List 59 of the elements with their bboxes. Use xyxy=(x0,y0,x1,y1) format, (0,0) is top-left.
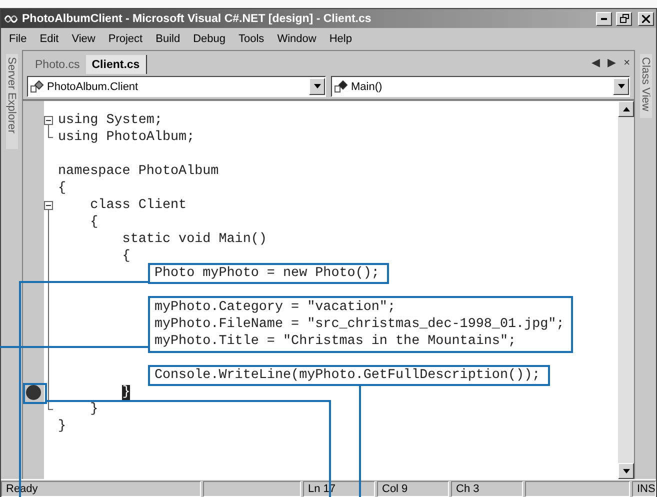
outline-end-icon xyxy=(48,401,53,410)
menu-item[interactable]: Debug xyxy=(187,33,232,45)
dropdown[interactable]: PhotoAlbum.Client xyxy=(27,76,326,97)
code-line: class Client xyxy=(90,198,187,213)
breakpoint-icon[interactable] xyxy=(26,385,41,400)
status-panel: Col 9 xyxy=(377,481,449,497)
code-line: { xyxy=(90,215,98,230)
caret-icon xyxy=(622,468,630,474)
caret-icon xyxy=(618,84,624,89)
code-line: } xyxy=(58,419,66,434)
file-tab[interactable]: Photo.cs xyxy=(29,55,86,74)
restore-button[interactable] xyxy=(616,12,632,26)
code-line: using PhotoAlbum; xyxy=(58,130,195,145)
menu-item[interactable]: Help xyxy=(323,33,359,45)
window-title: PhotoAlbumClient - Microsoft Visual C#.NET [design] - Client.cs xyxy=(22,12,372,24)
method-icon xyxy=(334,80,348,94)
code-line: using System; xyxy=(58,113,162,128)
code-line: myPhoto.Category = "vacation"; xyxy=(154,300,396,315)
tab-control[interactable]: ◀ xyxy=(588,56,604,69)
menu-item[interactable]: Window xyxy=(271,33,324,45)
file-tab[interactable]: Client.cs xyxy=(86,55,147,74)
status-panel: Ch 3 xyxy=(451,481,523,497)
status-panel: INS xyxy=(632,481,656,497)
menu-item[interactable]: File xyxy=(3,33,34,45)
code-line: { xyxy=(122,249,130,264)
close-icon xyxy=(642,14,650,22)
dropdown-button[interactable] xyxy=(613,78,629,95)
scroll-down-button[interactable] xyxy=(618,463,634,479)
dropdown-value: PhotoAlbum.Client xyxy=(47,80,140,92)
dropdown-value: Main() xyxy=(351,80,384,92)
tab-control[interactable]: ▶ xyxy=(604,56,620,69)
code-line: static void Main() xyxy=(122,232,267,247)
menu-item[interactable]: Edit xyxy=(34,33,66,45)
menu-item[interactable]: View xyxy=(66,33,102,45)
code-line: myPhoto.FileName = "src_christmas_dec-1998_01.jpg"; xyxy=(154,317,564,332)
class-icon xyxy=(30,80,44,94)
scroll-up-button[interactable] xyxy=(618,101,634,117)
app-icon xyxy=(4,14,18,24)
minimize-icon xyxy=(601,18,607,20)
outline-end-icon xyxy=(48,129,53,138)
menu-item[interactable]: Project xyxy=(102,33,150,45)
menu-item[interactable]: Tools xyxy=(232,33,272,45)
scrollbar[interactable] xyxy=(618,101,634,479)
code-line: } xyxy=(90,402,98,417)
dropdown[interactable]: Main() xyxy=(331,76,630,97)
close-button[interactable] xyxy=(638,12,654,26)
minimize-button[interactable] xyxy=(596,12,612,26)
code-line: { xyxy=(58,181,66,196)
menu-item[interactable]: Build xyxy=(150,33,188,45)
code-line: namespace PhotoAlbum xyxy=(58,164,219,179)
caret-icon xyxy=(314,84,320,89)
side-tab[interactable]: Class View xyxy=(640,54,652,118)
dropdown-button[interactable] xyxy=(309,78,325,95)
caret-icon xyxy=(622,106,630,112)
side-tab[interactable]: Server Explorer xyxy=(6,54,18,149)
callout-frame xyxy=(23,383,47,404)
code-line: myPhoto.Title = "Christmas in the Mountains"; xyxy=(154,334,516,349)
restore-icon xyxy=(620,14,628,23)
tab-control[interactable]: × xyxy=(620,56,634,68)
